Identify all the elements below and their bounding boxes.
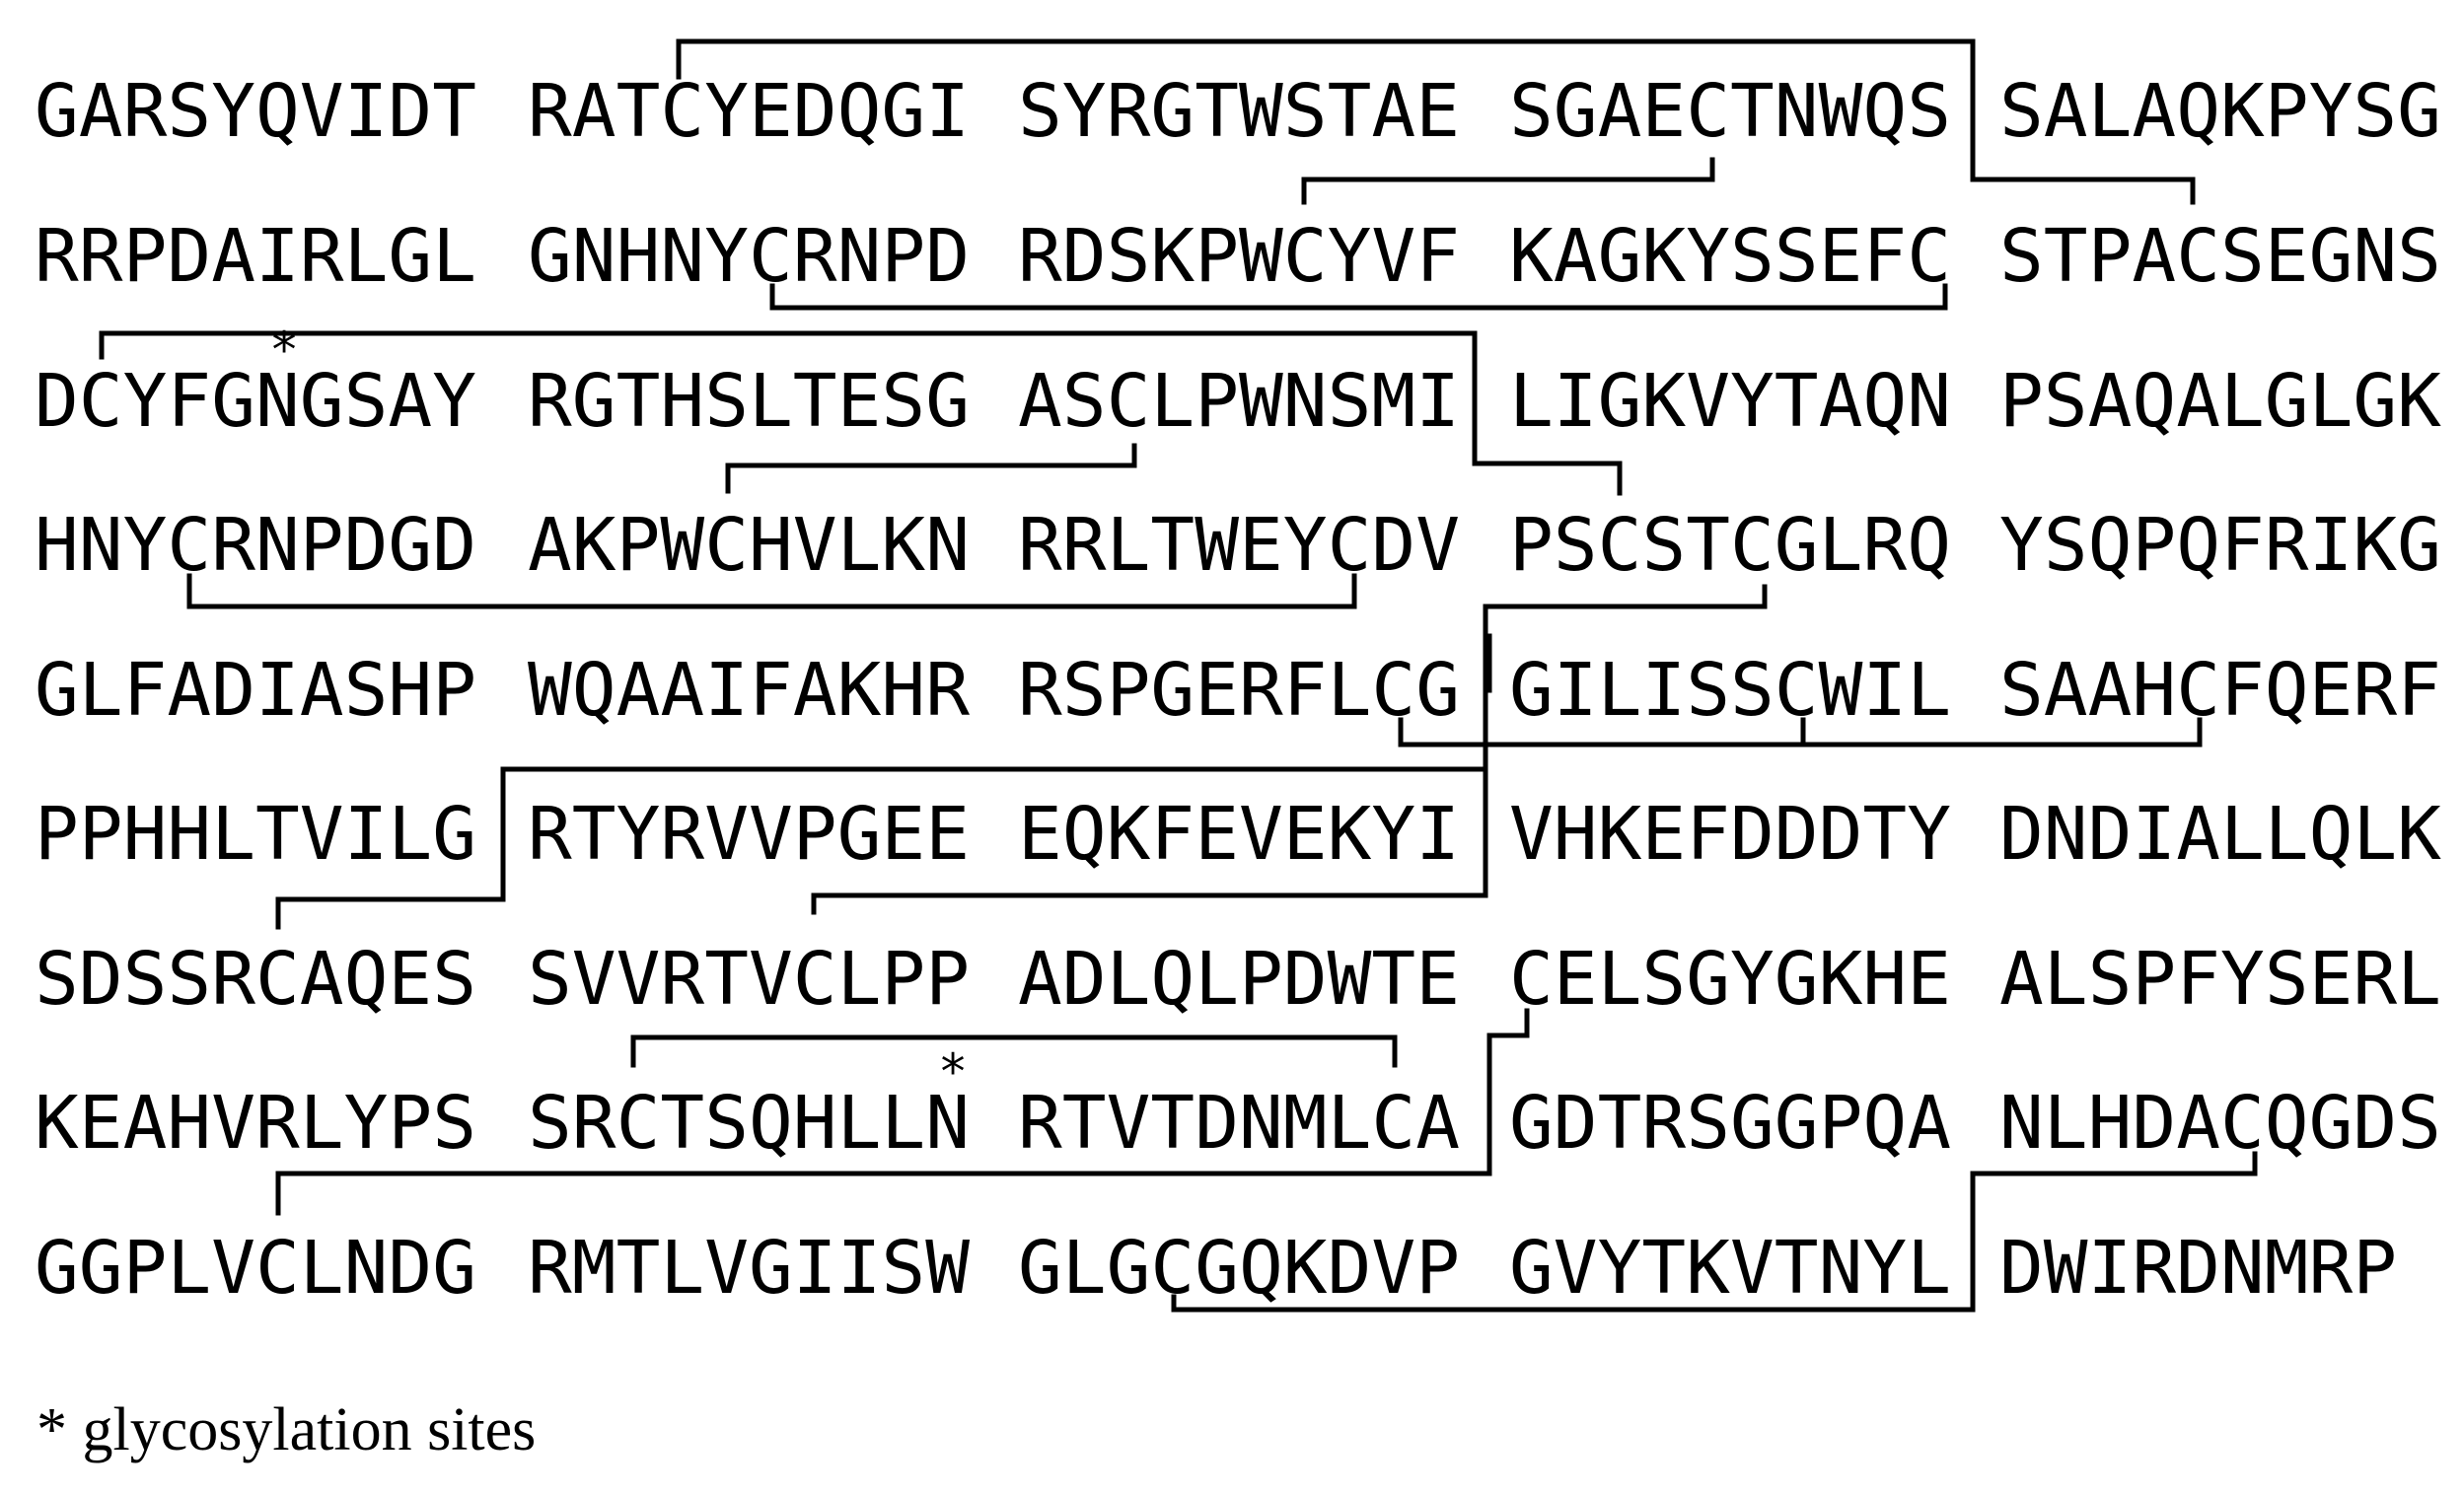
sequence-block: SVVRTVCLPP (528, 937, 970, 1022)
sequence-block: RRPDAIRLGL (35, 214, 476, 299)
legend-text: * glycosylation sites (36, 1396, 536, 1463)
sequence-block: PSAQALGLGK (1999, 359, 2441, 444)
sequence-row-3: DCYFGNGSAY RGTHSLTESG ASCLPWNSMI LIGKVYT… (35, 359, 2441, 444)
sequence-block: DCYFGNGSAY (35, 359, 476, 444)
sequence-block: PPHHLTVILG (35, 792, 476, 877)
sequence-row-6: PPHHLTVILG RTYRVVPGEE EQKFEVEKYI VHKEFDD… (35, 792, 2441, 877)
sequence-figure: GARSYQVIDT RATCYEDQGI SYRGTWSTAE SGAECTN… (35, 38, 2441, 1463)
sequence-row-4: HNYCRNPDGD AKPWCHVLKN RRLTWEYCDV PSCSTCG… (35, 503, 2441, 588)
sequence-block: RDSKPWCYVF (1018, 214, 1460, 299)
sequence-block: RMTLVGIISW (528, 1226, 970, 1311)
sequence-block: ADLQLPDWTE (1018, 937, 1460, 1022)
sequence-block: GDTRSGGPQA (1509, 1081, 1951, 1166)
sequence-block: CELSGYGKHE (1509, 937, 1951, 1022)
sequence-block: GVYTKVTNYL (1509, 1226, 1951, 1311)
sequence-block: RGTHSLTESG (528, 359, 970, 444)
sequence-block: SRCTSQHLLN (528, 1081, 970, 1166)
sequence-block: ASCLPWNSMI (1018, 359, 1460, 444)
sequence-block: WQAAIFAKHR (528, 648, 970, 733)
sequence-block: GILISSCWIL (1509, 648, 1951, 733)
glycosylation-marker: * (938, 1043, 968, 1101)
sequence-row-1: GARSYQVIDT RATCYEDQGI SYRGTWSTAE SGAECTN… (35, 69, 2441, 154)
sequence-block: GNHNYCRNPD (528, 214, 970, 299)
sequence-block: RSPGERFLCG (1018, 648, 1460, 733)
sequence-block: GLFADIASHP (35, 648, 476, 733)
glycosylation-marker: * (269, 321, 299, 379)
sequence-block: SAAHCFQERF (1999, 648, 2441, 733)
sequence-row-8: KEAHVRLYPS SRCTSQHLLN RTVTDNMLCA GDTRSGG… (35, 1081, 2441, 1166)
sequence-block: VHKEFDDDTY (1509, 792, 1951, 877)
disulfide-bond-line (725, 443, 1137, 494)
sequence-block: AKPWCHVLKN (528, 503, 970, 588)
sequence-block: PSCSTCGLRQ (1509, 503, 1951, 588)
sequence-block: ALSPFYSERL (1999, 937, 2441, 1022)
sequence-block: RTYRVVPGEE (528, 792, 970, 877)
sequence-block: RATCYEDQGI (528, 69, 970, 154)
sequence-block: HNYCRNPDGD (35, 503, 476, 588)
sequence-block: KAGKYSSEFC (1509, 214, 1951, 299)
sequence-block: STPACSEGNS (1999, 214, 2441, 299)
sequence-block: KEAHVRLYPS (35, 1081, 476, 1166)
sequence-block: GLGCGQKDVP (1018, 1226, 1460, 1311)
sequence-row-7: SDSSRCAQES SVVRTVCLPP ADLQLPDWTE CELSGYG… (35, 937, 2441, 1022)
sequence-block: LIGKVYTAQN (1509, 359, 1951, 444)
sequence-row-2: RRPDAIRLGL GNHNYCRNPD RDSKPWCYVF KAGKYSS… (35, 214, 2441, 299)
sequence-block: GGPLVCLNDG (35, 1226, 476, 1311)
sequence-row-9: GGPLVCLNDG RMTLVGIISW GLGCGQKDVP GVYTKVT… (35, 1226, 2397, 1311)
sequence-block: RTVTDNMLCA (1018, 1081, 1460, 1166)
sequence-block: DWIRDNMRP (1999, 1226, 2397, 1311)
sequence-block: EQKFEVEKYI (1018, 792, 1460, 877)
sequence-block: GARSYQVIDT (35, 69, 476, 154)
sequence-block: SDSSRCAQES (35, 937, 476, 1022)
disulfide-bond-line (630, 1034, 1398, 1068)
sequence-row-5: GLFADIASHP WQAAIFAKHR RSPGERFLCG GILISSC… (35, 648, 2441, 733)
sequence-block: SALAQKPYSG (1999, 69, 2441, 154)
sequence-block: RRLTWEYCDV (1018, 503, 1460, 588)
sequence-block: SGAECTNWQS (1509, 69, 1951, 154)
disulfide-bond-line (1301, 157, 1715, 205)
sequence-block: NLHDACQGDS (1999, 1081, 2441, 1166)
sequence-block: SYRGTWSTAE (1018, 69, 1460, 154)
sequence-block: YSQPQFRIKG (1999, 503, 2441, 588)
sequence-block: DNDIALLQLK (1999, 792, 2441, 877)
